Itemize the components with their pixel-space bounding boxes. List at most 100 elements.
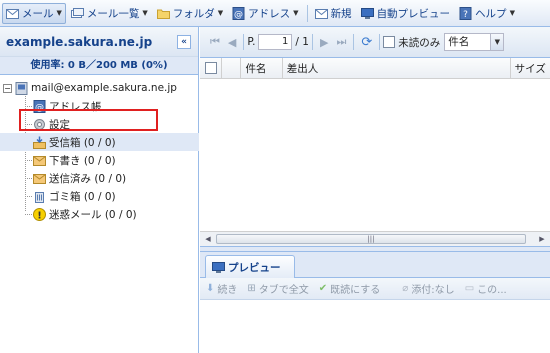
svg-text:!: ! — [37, 210, 42, 221]
mailbox-root-icon — [15, 81, 28, 95]
column-label: 差出人 — [286, 62, 319, 75]
column-label: サイズ — [514, 62, 546, 75]
column-subject[interactable]: 件名 — [241, 58, 283, 78]
pager-separator — [379, 34, 381, 50]
folder-panel: example.sakura.ne.jp « 使用率: 0 B／200 MB (… — [0, 27, 199, 353]
auto-preview-button[interactable]: 自動プレビュー — [357, 3, 455, 24]
tree-item-spam[interactable]: ! 迷惑メール (0 / 0) — [0, 205, 199, 223]
preview-body — [200, 300, 550, 352]
tab-preview[interactable]: プレビュー — [205, 255, 295, 278]
attachment-label: 添付:なし — [411, 285, 455, 296]
mail-list-icon — [70, 7, 84, 18]
this-message-label: この... — [477, 285, 507, 296]
page-total: / 1 — [295, 36, 309, 48]
mail-icon — [6, 8, 19, 19]
page-number-input[interactable]: 1 — [258, 34, 293, 50]
new-mail-icon — [314, 8, 328, 19]
chevron-down-icon: ▼ — [509, 9, 515, 17]
search-field-value: 件名 — [448, 36, 470, 48]
mail-list-menu-button[interactable]: メール一覧 ▼ — [67, 3, 152, 24]
chevron-down-icon: ▼ — [142, 9, 148, 17]
attachment-indicator[interactable]: ⌀ 添付:なし — [402, 281, 454, 296]
search-field-select[interactable]: 件名 ▼ — [444, 33, 505, 51]
help-menu-button[interactable]: ? ヘルプ ▼ — [455, 3, 519, 24]
main-toolbar: メール ▼ メール一覧 ▼ フォルダ ▼ @ アドレス ▼ 新規 自動プレビュー ? ヘ… — [0, 0, 550, 27]
chevron-down-icon: ▼ — [293, 9, 299, 17]
preview-toolbar: ⬇ 続き ⊞ タブで全文 ✔ 既読にする ⌀ 添付:なし ▭ この... — [200, 278, 550, 300]
mark-read-label: 既読にする — [330, 285, 381, 296]
collapse-toggle-icon[interactable]: − — [3, 83, 12, 93]
horizontal-scrollbar[interactable]: ◀ ||| ▶ — [200, 231, 550, 246]
usage-bar: 使用率: 0 B／200 MB (0%) — [0, 57, 198, 75]
mail-menu-button[interactable]: メール ▼ — [2, 2, 66, 24]
highlight-box — [19, 109, 158, 131]
continue-label: 続き — [217, 285, 238, 296]
column-size[interactable]: サイズ — [511, 58, 550, 78]
chevron-down-icon[interactable]: ▼ — [490, 33, 505, 51]
drafts-icon — [33, 155, 46, 166]
pager-toolbar: ⏮ ◀ P. 1 / 1 ▶ ⏭ ⟳ 未読のみ 件名 ▼ — [200, 27, 550, 58]
pager-separator — [353, 34, 355, 50]
tree-item-inbox[interactable]: 受信箱 (0 / 0) — [0, 133, 199, 151]
flag-column[interactable] — [222, 58, 242, 78]
auto-preview-label: 自動プレビュー — [376, 7, 451, 20]
next-page-icon[interactable]: ▶ — [320, 36, 328, 49]
tree-item-label: 受信箱 (0 / 0) — [49, 136, 116, 149]
download-icon: ⬇ — [206, 283, 215, 294]
help-icon: ? — [459, 6, 472, 20]
address-menu-button[interactable]: @ アドレス ▼ — [228, 3, 302, 24]
tree-item-sent[interactable]: 送信済み (0 / 0) — [0, 169, 199, 187]
mail-list-menu-label: メール一覧 — [86, 7, 140, 20]
scrollbar-thumb[interactable]: ||| — [216, 234, 526, 244]
collapse-panel-icon[interactable]: « — [177, 35, 191, 49]
account-header: example.sakura.ne.jp « — [0, 27, 198, 57]
account-title: example.sakura.ne.jp — [6, 34, 153, 49]
preview-tab-strip: プレビュー — [200, 252, 550, 278]
unread-only-label: 未読のみ — [398, 36, 441, 49]
mail-menu-label: メール — [22, 7, 54, 20]
address-menu-label: アドレス — [248, 7, 291, 20]
pager-separator — [311, 34, 313, 50]
inbox-icon — [33, 136, 46, 149]
new-mail-button[interactable]: 新規 — [311, 3, 356, 24]
this-message-button[interactable]: ▭ この... — [465, 281, 507, 296]
tree-item-label: 下書き (0 / 0) — [49, 154, 116, 167]
tree-item-trash[interactable]: ゴミ箱 (0 / 0) — [0, 187, 199, 205]
tree-item-account[interactable]: − mail@example.sakura.ne.jp — [0, 79, 199, 97]
tab-preview-label: プレビュー — [228, 261, 281, 274]
prev-page-icon[interactable]: ◀ — [228, 36, 236, 49]
folder-icon — [156, 9, 170, 19]
monitor-icon — [212, 261, 225, 273]
select-all-checkbox[interactable] — [205, 62, 217, 74]
open-in-tab-label: タブで全文 — [258, 285, 309, 296]
unread-only-checkbox[interactable] — [383, 36, 396, 48]
last-page-icon[interactable]: ⏭ — [336, 35, 346, 49]
svg-text:?: ? — [463, 10, 468, 20]
monitor-icon — [360, 7, 374, 19]
new-tab-icon: ⊞ — [247, 283, 256, 294]
scroll-right-icon[interactable]: ▶ — [537, 235, 547, 244]
folder-menu-button[interactable]: フォルダ ▼ — [153, 3, 227, 24]
column-sender[interactable]: 差出人 — [283, 58, 511, 78]
message-grid-body[interactable] — [200, 79, 550, 231]
tree-item-drafts[interactable]: 下書き (0 / 0) — [0, 151, 199, 169]
spam-warning-icon: ! — [33, 207, 46, 221]
message-panel: ⏮ ◀ P. 1 / 1 ▶ ⏭ ⟳ 未読のみ 件名 ▼ 件名 差出人 サイズ … — [200, 27, 550, 353]
check-icon: ✔ — [318, 283, 328, 294]
refresh-icon[interactable]: ⟳ — [361, 35, 372, 50]
open-in-tab-button[interactable]: ⊞ タブで全文 — [247, 281, 308, 296]
scroll-left-icon[interactable]: ◀ — [203, 235, 213, 244]
new-mail-label: 新規 — [330, 7, 352, 20]
address-book-icon: @ — [232, 6, 245, 20]
svg-text:@: @ — [234, 10, 243, 20]
folder-menu-label: フォルダ — [172, 7, 215, 20]
tree-item-label: 迷惑メール (0 / 0) — [49, 208, 137, 221]
continue-button[interactable]: ⬇ 続き — [206, 281, 237, 296]
tree-item-label: ゴミ箱 (0 / 0) — [49, 190, 116, 203]
select-all-column[interactable] — [200, 58, 222, 78]
paperclip-icon: ⌀ — [402, 283, 409, 294]
help-menu-label: ヘルプ — [475, 7, 507, 20]
mark-read-button[interactable]: ✔ 既読にする — [319, 281, 381, 296]
tree-item-label: mail@example.sakura.ne.jp — [31, 82, 177, 94]
first-page-icon[interactable]: ⏮ — [210, 35, 220, 49]
